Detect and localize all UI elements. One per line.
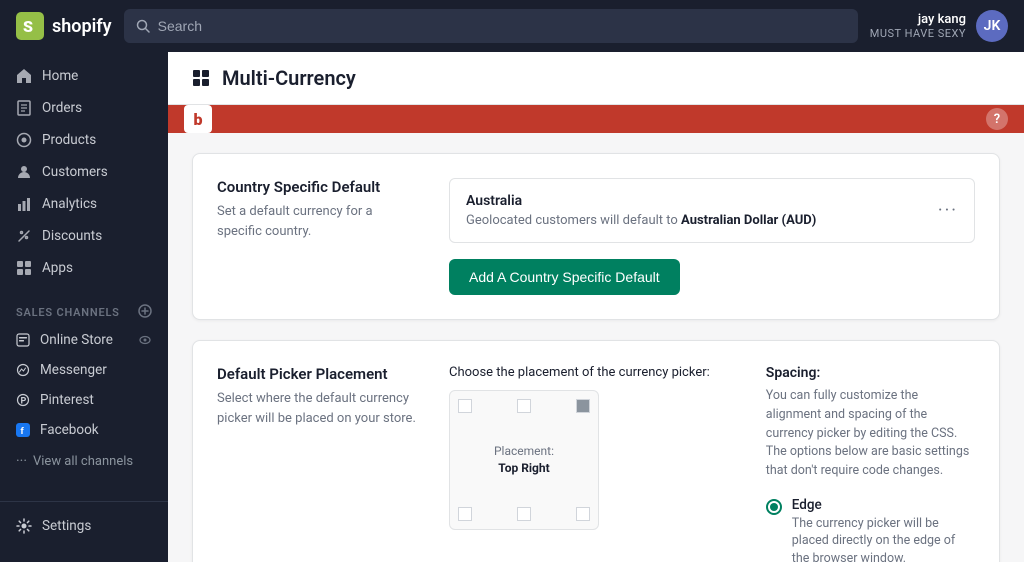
sidebar-label-orders: Orders [42,100,82,116]
settings-icon [16,518,32,534]
sidebar-label-products: Products [42,132,96,148]
user-name: jay kang [870,12,966,27]
sidebar-channel-online-store[interactable]: Online Store [0,325,168,355]
corner-bottom-right[interactable] [576,507,590,521]
online-store-icon [16,333,30,347]
radio-edge[interactable]: Edge The currency picker will be placed … [766,497,975,562]
radio-edge-desc: The currency picker will be placed direc… [792,515,975,562]
sidebar: Home Orders [0,52,168,562]
search-bar[interactable] [124,9,858,43]
sidebar-channel-facebook[interactable]: f Facebook [0,415,168,445]
australia-country-row: Australia Geolocated customers will defa… [449,178,975,243]
main-layout: Home Orders [0,52,1024,562]
sidebar-item-orders[interactable]: Orders [0,92,168,124]
facebook-icon: f [16,423,30,437]
sidebar-channel-pinterest[interactable]: P Pinterest [0,385,168,415]
view-all-channels[interactable]: ··· View all channels [0,445,168,477]
corner-bottom-left[interactable] [458,507,472,521]
analytics-icon [16,196,32,212]
sidebar-nav: Home Orders [0,52,168,292]
user-info: jay kang MUST HAVE SEXY JK [870,10,1008,42]
orders-icon [16,100,32,116]
home-icon [16,68,32,84]
products-icon [16,132,32,148]
add-country-button[interactable]: Add A Country Specific Default [449,259,680,295]
sidebar-label-analytics: Analytics [42,196,97,212]
sidebar-item-discounts[interactable]: Discounts [0,220,168,252]
sidebar-label-customers: Customers [42,164,108,180]
pinterest-icon: P [16,393,30,407]
svg-text:P: P [21,397,27,407]
customers-icon [16,164,32,180]
user-subtitle: MUST HAVE SEXY [870,27,966,40]
sidebar-item-settings[interactable]: Settings [0,510,168,542]
shopify-logo-icon: S [16,12,44,40]
picker-preview: Placement: Top Right [449,390,599,530]
corner-top-center[interactable] [517,399,531,413]
online-store-label: Online Store [40,332,113,348]
country-card-left: Country Specific Default Set a default c… [217,178,417,295]
spacing-desc: You can fully customize the alignment an… [766,387,975,481]
view-all-label: View all channels [33,454,133,469]
picker-card-title: Default Picker Placement [217,365,417,383]
corner-top-right[interactable] [576,399,590,413]
apps-icon [16,260,32,276]
avatar: JK [976,10,1008,42]
radio-group: Edge The currency picker will be placed … [766,497,975,562]
country-row-menu[interactable]: ··· [938,200,958,221]
country-card-title: Country Specific Default [217,178,417,196]
settings-label: Settings [42,518,91,534]
app-banner: b ? [168,105,1024,133]
spacing-title: Spacing: [766,365,975,381]
picker-chooser-area: Choose the placement of the currency pic… [449,365,710,562]
sidebar-label-discounts: Discounts [42,228,102,244]
country-sub: Geolocated customers will default to Aus… [466,213,816,228]
corner-bottom-center[interactable] [517,507,531,521]
page-header: Multi-Currency [168,52,1024,105]
facebook-label: Facebook [40,422,99,438]
sidebar-label-home: Home [42,68,78,84]
banner-help-icon[interactable]: ? [986,108,1008,130]
country-card-description: Set a default currency for a specific co… [217,202,417,241]
radio-edge-label: Edge [792,497,975,513]
sales-channels-label: SALES CHANNELS [0,292,168,325]
add-channel-icon[interactable] [138,304,152,321]
country-name: Australia [466,193,816,209]
search-icon [136,19,150,33]
sidebar-item-customers[interactable]: Customers [0,156,168,188]
app-banner-logo: b [184,105,212,133]
sidebar-channel-messenger[interactable]: Messenger [0,355,168,385]
grid-icon [192,69,210,87]
page-title: Multi-Currency [222,66,356,90]
corner-top-left[interactable] [458,399,472,413]
chooser-label: Choose the placement of the currency pic… [449,365,710,380]
shopify-logo[interactable]: S shopify [16,12,112,40]
country-card-right: Australia Geolocated customers will defa… [449,178,975,295]
spacing-section: Spacing: You can fully customize the ali… [766,365,975,562]
search-input[interactable] [158,18,846,34]
radio-edge-input[interactable] [766,499,782,515]
content-area: Multi-Currency b ? Country Specific Defa… [168,52,1024,562]
picker-card-left: Default Picker Placement Select where th… [217,365,417,562]
sidebar-item-products[interactable]: Products [0,124,168,156]
picker-placement-card: Default Picker Placement Select where th… [192,340,1000,562]
shopify-logo-text: shopify [52,16,112,37]
country-currency: Australian Dollar (AUD) [681,213,816,228]
sidebar-item-apps[interactable]: Apps [0,252,168,284]
messenger-label: Messenger [40,362,107,378]
sidebar-item-analytics[interactable]: Analytics [0,188,168,220]
country-default-card: Country Specific Default Set a default c… [192,153,1000,320]
placement-label-area: Placement: Top Right [494,443,554,477]
picker-card-description: Select where the default currency picker… [217,389,417,428]
svg-text:S: S [23,17,33,36]
top-nav: S shopify jay kang MUST HAVE SEXY JK [0,0,1024,52]
sidebar-bottom: Settings [0,501,168,542]
discounts-icon [16,228,32,244]
online-store-eye-icon[interactable] [138,333,152,347]
cards-area: Country Specific Default Set a default c… [168,133,1024,562]
pinterest-label: Pinterest [40,392,94,408]
sidebar-item-home[interactable]: Home [0,60,168,92]
sidebar-label-apps: Apps [42,260,73,276]
messenger-icon [16,363,30,377]
